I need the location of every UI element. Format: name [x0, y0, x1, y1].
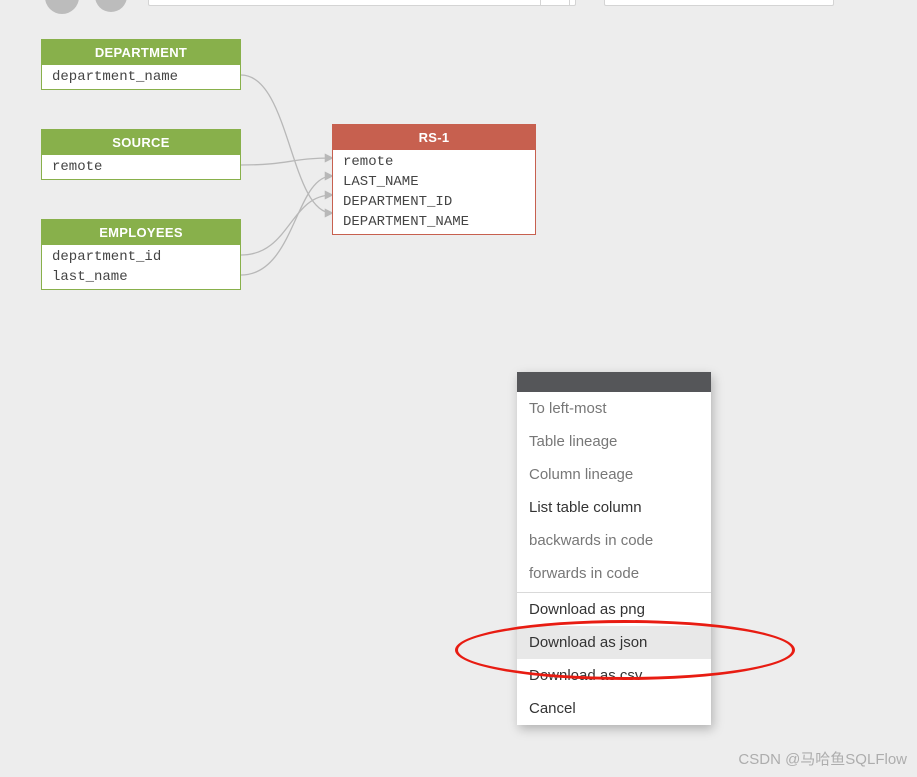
node-employees[interactable]: EMPLOYEES department_id last_name: [41, 219, 241, 290]
menu-list-table-column[interactable]: List table column: [517, 491, 711, 524]
node-body: remote LAST_NAME DEPARTMENT_ID DEPARTMEN…: [333, 150, 535, 234]
field-remote[interactable]: remote: [42, 157, 240, 177]
menu-download-json[interactable]: Download as json: [517, 626, 711, 659]
node-header: DEPARTMENT: [42, 40, 240, 65]
menu-download-png[interactable]: Download as png: [517, 593, 711, 626]
field-department-id[interactable]: department_id: [42, 247, 240, 267]
context-menu-header[interactable]: [517, 372, 711, 392]
field-department-id[interactable]: DEPARTMENT_ID: [333, 192, 535, 212]
menu-forwards-in-code[interactable]: forwards in code: [517, 557, 711, 590]
diagram-canvas[interactable]: DEPARTMENT department_name SOURCE remote…: [0, 0, 917, 777]
field-last-name[interactable]: LAST_NAME: [333, 172, 535, 192]
node-rs1[interactable]: RS-1 remote LAST_NAME DEPARTMENT_ID DEPA…: [332, 124, 536, 235]
node-header: SOURCE: [42, 130, 240, 155]
node-header: RS-1: [333, 125, 535, 150]
node-source[interactable]: SOURCE remote: [41, 129, 241, 180]
node-header: EMPLOYEES: [42, 220, 240, 245]
menu-to-left-most[interactable]: To left-most: [517, 392, 711, 425]
field-remote[interactable]: remote: [333, 152, 535, 172]
menu-table-lineage[interactable]: Table lineage: [517, 425, 711, 458]
menu-column-lineage[interactable]: Column lineage: [517, 458, 711, 491]
node-body: department_id last_name: [42, 245, 240, 289]
node-body: remote: [42, 155, 240, 179]
context-menu: To left-most Table lineage Column lineag…: [517, 372, 711, 725]
node-department[interactable]: DEPARTMENT department_name: [41, 39, 241, 90]
field-department-name[interactable]: DEPARTMENT_NAME: [333, 212, 535, 232]
field-last-name[interactable]: last_name: [42, 267, 240, 287]
menu-backwards-in-code[interactable]: backwards in code: [517, 524, 711, 557]
menu-download-csv[interactable]: Download as csv: [517, 659, 711, 692]
node-body: department_name: [42, 65, 240, 89]
menu-cancel[interactable]: Cancel: [517, 692, 711, 725]
field-department-name[interactable]: department_name: [42, 67, 240, 87]
